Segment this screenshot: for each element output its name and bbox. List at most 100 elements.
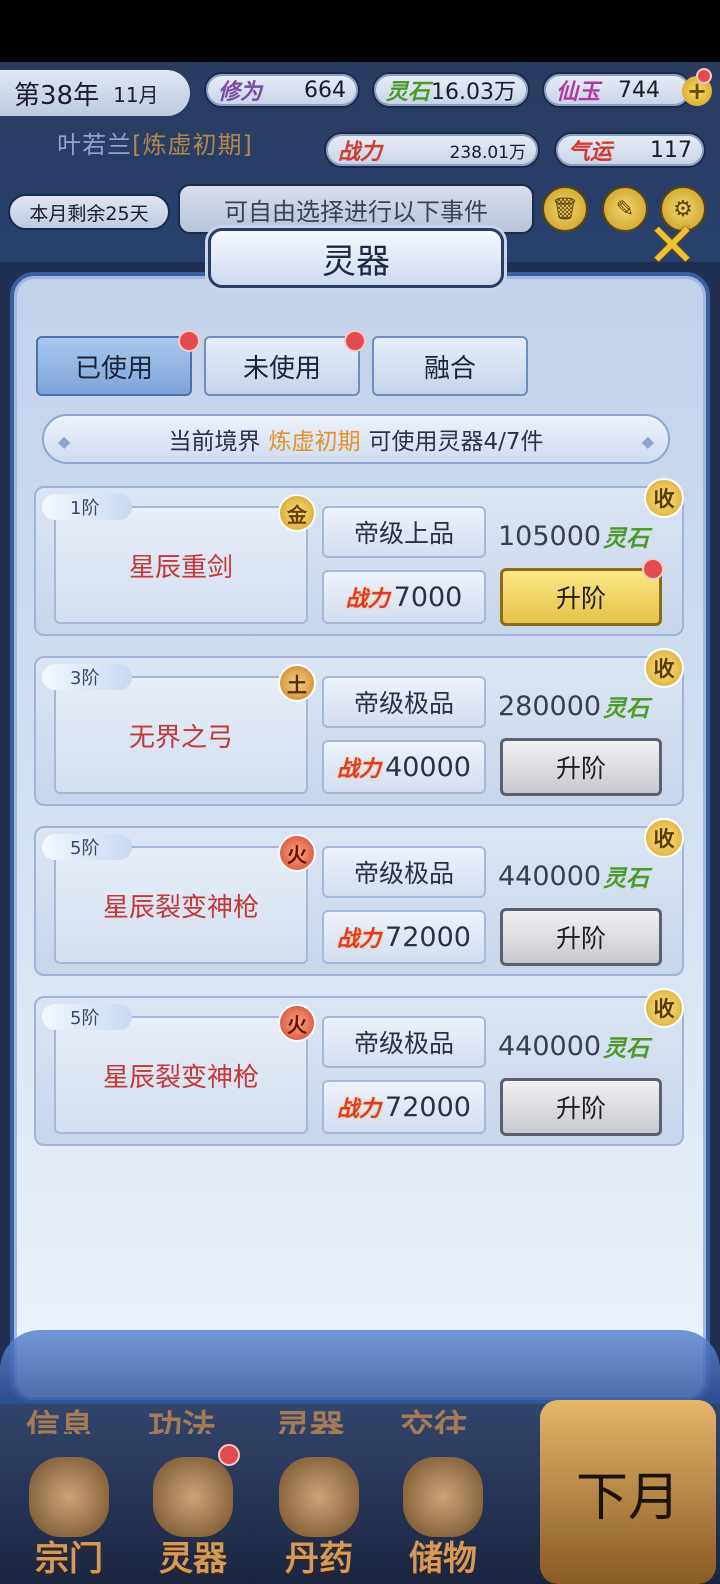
artifact-name: 星辰裂变神枪 [54, 846, 308, 964]
event-tip: 可自由选择进行以下事件 [178, 184, 534, 234]
realm-prefix: 当前境界 [168, 429, 261, 455]
gate-icon [29, 1457, 109, 1537]
cost-unit: 灵石 [603, 1036, 650, 1062]
nav-item-storage[interactable]: 储物 [388, 1440, 498, 1580]
power-label: 战力 [337, 757, 382, 782]
upgrade-cost: 440000 灵石 [498, 856, 678, 896]
cultivation-value: 664 [304, 77, 346, 103]
luck-value: 117 [650, 137, 692, 163]
month-label: 11月 [113, 82, 159, 107]
artifact-name: 无界之弓 [54, 676, 308, 794]
element-icon: 火 [278, 1004, 316, 1042]
power-value: 72000 [385, 921, 471, 953]
spirit-stone-label: 灵石 [386, 80, 431, 105]
nav-ghost-label: 信息 [26, 1408, 94, 1434]
power-display: 战力 7000 [322, 570, 486, 624]
cost-value: 440000 [498, 860, 602, 892]
nav-label: 丹药 [285, 1539, 353, 1579]
nav-label: 灵器 [159, 1539, 227, 1579]
artifact-card: 无界之弓 3阶 土 帝级极品 战力 40000 280000 灵石 升阶 收 [34, 648, 684, 806]
luck-label: 气运 [568, 140, 613, 165]
power-value: 7000 [393, 581, 463, 613]
close-icon: ✕ [646, 211, 698, 281]
grade-label: 帝级极品 [322, 846, 486, 898]
element-icon: 火 [278, 834, 316, 872]
realm-value: 炼虚初期 [268, 429, 361, 455]
left-ornament-icon: ◆ [58, 432, 71, 451]
nav-artifact-dot [218, 1444, 240, 1466]
artifact-name: 星辰重剑 [54, 506, 308, 624]
realm-suffix: 可使用灵器4/7件 [368, 429, 544, 455]
tab-fusion[interactable]: 融合 [372, 336, 528, 396]
upgrade-button[interactable]: 升阶 [500, 738, 662, 796]
tier-badge: 5阶 [42, 1004, 132, 1030]
tab-unused-dot [344, 330, 366, 352]
tier-badge: 3阶 [42, 664, 132, 690]
nav-item-pill[interactable]: 丹药 [264, 1440, 374, 1580]
power-label: 战力 [337, 927, 382, 952]
element-icon: 土 [278, 664, 316, 702]
upgrade-button[interactable]: 升阶 [500, 908, 662, 966]
player-name: 叶若兰 [57, 130, 133, 159]
notification-dot [696, 68, 712, 84]
close-button[interactable]: ✕ [640, 214, 704, 278]
brush-icon: ✎ [615, 196, 635, 222]
power-label: 战力 [337, 1097, 382, 1122]
cost-unit: 灵石 [603, 866, 650, 892]
combat-value: 238.01万 [449, 142, 526, 163]
luck-stat: 气运 117 [554, 132, 706, 168]
jade-stat: 仙玉 744 [542, 72, 692, 108]
nav-label: 宗门 [35, 1539, 103, 1579]
collect-button[interactable]: 收 [644, 648, 684, 688]
power-display: 战力 40000 [322, 740, 486, 794]
cultivation-label: 修为 [218, 80, 263, 105]
power-value: 72000 [385, 1091, 471, 1123]
tier-badge: 1阶 [42, 494, 132, 520]
spirit-stone-stat: 灵石 16.03万 [372, 72, 530, 108]
year-label: 第38年 [14, 80, 100, 111]
status-bar [0, 0, 720, 62]
nav-ghost-label: 功法 [148, 1408, 216, 1434]
days-left-badge: 本月剩余25天 [8, 194, 170, 230]
trash-button[interactable]: 🗑 [542, 186, 588, 232]
date-display: 第38年 11月 [0, 70, 190, 116]
artifact-card: 星辰重剑 1阶 金 帝级上品 战力 7000 105000 灵石 升阶 收 [34, 478, 684, 636]
player-name-plate: 叶若兰 [炼虚初期] [10, 120, 300, 164]
cost-value: 105000 [498, 520, 602, 552]
jade-label: 仙玉 [556, 80, 601, 105]
next-month-button[interactable]: 下月 [540, 1400, 716, 1584]
cost-value: 440000 [498, 1030, 602, 1062]
nav-ghost-label: 交往 [400, 1408, 468, 1434]
artifact-name: 星辰裂变神枪 [54, 1016, 308, 1134]
jade-value: 744 [618, 77, 660, 103]
tab-used[interactable]: 已使用 [36, 336, 192, 396]
collect-button[interactable]: 收 [644, 988, 684, 1028]
upgrade-dot [642, 558, 664, 580]
power-label: 战力 [345, 587, 390, 612]
collect-button[interactable]: 收 [644, 478, 684, 518]
upgrade-cost: 105000 灵石 [498, 516, 678, 556]
tier-badge: 5阶 [42, 834, 132, 860]
nav-item-sect[interactable]: 宗门 [14, 1440, 124, 1580]
collect-button[interactable]: 收 [644, 818, 684, 858]
tab-unused[interactable]: 未使用 [204, 336, 360, 396]
cost-unit: 灵石 [603, 526, 650, 552]
upgrade-button[interactable]: 升阶 [500, 568, 662, 626]
combat-label: 战力 [338, 140, 383, 165]
cost-unit: 灵石 [603, 696, 650, 722]
combat-stat: 战力 238.01万 [324, 132, 540, 168]
grade-label: 帝级极品 [322, 1016, 486, 1068]
grade-label: 帝级极品 [322, 676, 486, 728]
cultivation-stat: 修为 664 [204, 72, 360, 108]
grade-label: 帝级上品 [322, 506, 486, 558]
right-ornament-icon: ◆ [641, 432, 654, 451]
tab-used-dot [178, 330, 200, 352]
upgrade-cost: 280000 灵石 [498, 686, 678, 726]
power-display: 战力 72000 [322, 910, 486, 964]
gourd-icon [279, 1457, 359, 1537]
player-realm: 炼虚初期 [142, 130, 243, 159]
realm-info-bar: ◆ 当前境界 炼虚初期 可使用灵器4/7件 ◆ [42, 414, 670, 464]
panel-wave-decoration [0, 1330, 720, 1410]
upgrade-button[interactable]: 升阶 [500, 1078, 662, 1136]
artifact-card: 星辰裂变神枪 5阶 火 帝级极品 战力 72000 440000 灵石 升阶 收 [34, 988, 684, 1146]
